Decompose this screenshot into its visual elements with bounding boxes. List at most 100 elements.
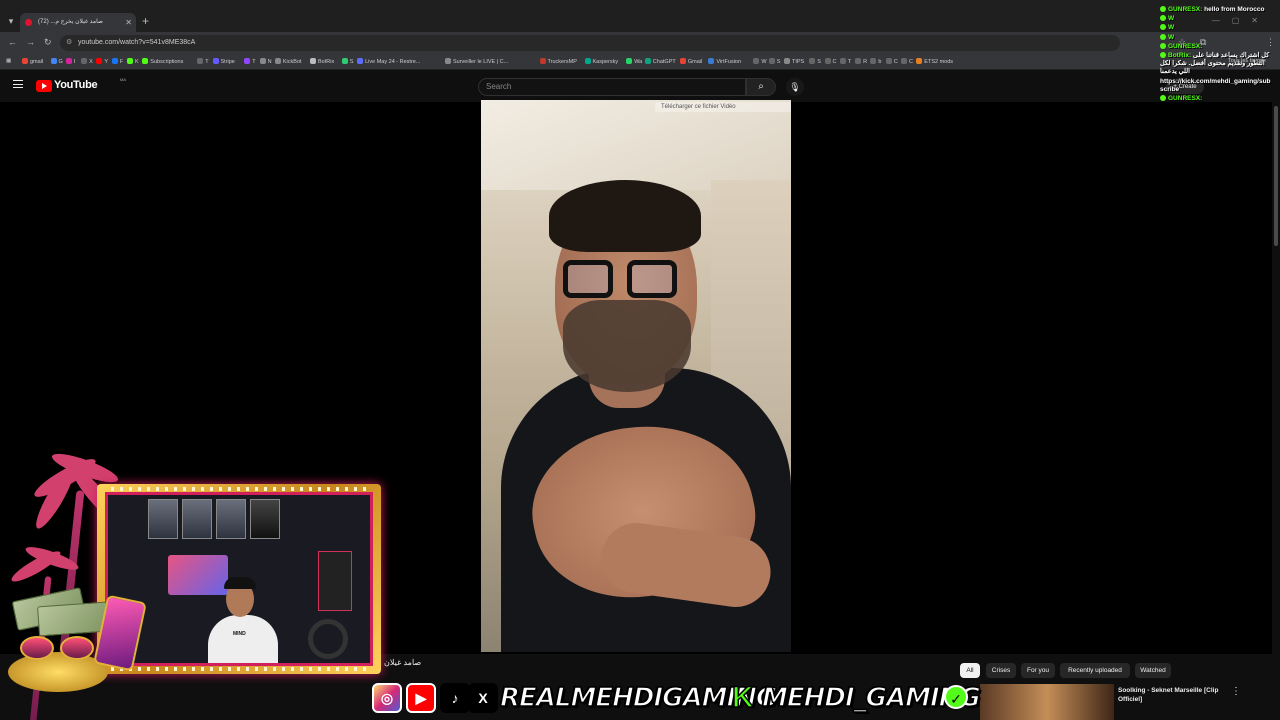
chip-watched[interactable]: Watched bbox=[1135, 663, 1171, 678]
channel-name[interactable]: صامد غيلان bbox=[384, 658, 421, 667]
bookmark-item[interactable]: BotRix bbox=[310, 58, 334, 65]
tab-search-icon[interactable]: ▾ bbox=[4, 14, 18, 28]
back-icon[interactable]: ← bbox=[8, 37, 17, 47]
chip-for-you[interactable]: For you bbox=[1021, 663, 1055, 678]
bookmark-favicon-icon bbox=[539, 58, 546, 64]
bookmark-favicon-icon bbox=[885, 58, 892, 64]
bookmark-item[interactable]: N bbox=[259, 58, 272, 65]
scrollbar-thumb[interactable] bbox=[1274, 106, 1278, 246]
bookmark-favicon-icon bbox=[50, 58, 57, 64]
bookmark-item[interactable]: b bbox=[870, 58, 881, 65]
bookmark-item[interactable]: gmail bbox=[22, 58, 43, 65]
download-video-banner[interactable]: Télécharger ce fichier Vidéo bbox=[655, 102, 791, 112]
bookmark-item[interactable]: S bbox=[809, 58, 821, 65]
bookmark-item[interactable]: Stripe bbox=[212, 58, 235, 65]
bookmark-item[interactable]: ETS2 mods bbox=[916, 58, 953, 65]
forward-icon[interactable]: → bbox=[26, 37, 35, 47]
bookmark-favicon-icon bbox=[127, 58, 133, 64]
apps-icon[interactable]: ▦ bbox=[6, 58, 11, 64]
url-text: youtube.com/watch?v=541v8ME38cA bbox=[78, 39, 196, 46]
bookmark-favicon-icon bbox=[901, 58, 907, 64]
bookmark-item[interactable]: TIPS bbox=[784, 58, 804, 65]
search-input[interactable]: Search bbox=[478, 78, 746, 96]
shirt-text: MIND bbox=[233, 631, 246, 637]
voice-search-button[interactable]: 🎙 bbox=[786, 78, 804, 96]
bookmark-item[interactable]: ChatGPT bbox=[644, 58, 676, 65]
search-icon: ⌕ bbox=[758, 81, 764, 92]
bookmark-item[interactable]: Kaspersky bbox=[584, 58, 618, 65]
tab-close-icon[interactable]: ✕ bbox=[125, 13, 132, 32]
bookmark-item[interactable]: Y bbox=[96, 58, 108, 65]
bookmark-label: ETS2 mods bbox=[924, 59, 954, 65]
bookmark-item[interactable]: S bbox=[768, 58, 780, 65]
chat-text: hello from Morocco bbox=[1204, 6, 1265, 13]
streamer-cap bbox=[224, 577, 256, 589]
bookmark-item[interactable]: Surveiller le LIVE | C... bbox=[445, 58, 508, 65]
browser-tab-active[interactable]: صامد غيلان يخرج م... (72) ✕ bbox=[20, 13, 136, 32]
bookmark-favicon-icon bbox=[274, 58, 281, 64]
youtube-wordmark: YouTube bbox=[54, 79, 98, 91]
menu-icon[interactable] bbox=[13, 80, 23, 88]
bookmark-item[interactable]: C bbox=[824, 58, 836, 65]
bookmark-item[interactable]: R bbox=[855, 58, 867, 65]
related-video-thumbnail[interactable] bbox=[980, 684, 1114, 720]
chat-username: W bbox=[1168, 33, 1175, 41]
bookmark-item[interactable]: Wa bbox=[626, 58, 642, 65]
video-frame[interactable]: Télécharger ce fichier Vidéo bbox=[481, 100, 791, 652]
tab-title: صامد غيلان يخرج م... (72) bbox=[38, 19, 104, 25]
reload-icon[interactable]: ↻ bbox=[44, 37, 52, 48]
bookmark-item[interactable]: T bbox=[244, 58, 256, 65]
bookmark-item[interactable]: TruckersMP bbox=[539, 58, 577, 65]
chat-badge-icon bbox=[1160, 15, 1166, 22]
chat-badge-icon bbox=[1160, 24, 1166, 31]
bookmark-item[interactable]: Subscriptions bbox=[142, 58, 183, 65]
chat-username: W bbox=[1168, 15, 1175, 23]
search-button[interactable]: ⌕ bbox=[746, 78, 776, 96]
bookmark-item[interactable]: T bbox=[839, 58, 851, 65]
bookmark-item[interactable]: X bbox=[81, 58, 93, 65]
bookmark-item[interactable]: W bbox=[753, 58, 767, 65]
site-info-icon[interactable]: ⚙ bbox=[66, 35, 72, 51]
chip-all[interactable]: All bbox=[960, 663, 980, 678]
related-video-title[interactable]: Soolking - Seknet Marseille [Clip Offici… bbox=[1118, 686, 1228, 704]
bookmark-favicon-icon bbox=[784, 58, 790, 64]
bookmark-favicon-icon bbox=[197, 58, 204, 64]
steering-wheel bbox=[308, 619, 348, 659]
page-scrollbar[interactable] bbox=[1272, 102, 1280, 720]
bookmark-label: gmail bbox=[30, 59, 44, 65]
chip-crises[interactable]: Crises bbox=[986, 663, 1016, 678]
bookmark-item[interactable]: C bbox=[901, 58, 913, 65]
more-options-icon[interactable]: ⋮ bbox=[1231, 686, 1241, 697]
new-tab-button[interactable]: + bbox=[142, 14, 149, 28]
bookmark-item[interactable]: K bbox=[127, 58, 139, 65]
bookmark-item[interactable]: C bbox=[885, 58, 898, 65]
bookmark-item[interactable]: G bbox=[50, 58, 63, 65]
bookmark-item[interactable]: Live May 24 - Restre... bbox=[357, 58, 420, 65]
bookmark-label: T bbox=[205, 59, 209, 65]
chip-recently-uploaded[interactable]: Recently uploaded bbox=[1060, 663, 1130, 678]
bookmark-favicon-icon bbox=[341, 58, 348, 64]
bookmark-item[interactable]: T bbox=[197, 58, 209, 65]
bookmark-favicon-icon bbox=[870, 58, 877, 64]
chat-badge-icon bbox=[1160, 6, 1166, 12]
bookmark-item[interactable]: Gmail bbox=[679, 58, 703, 65]
chat-badge-icon bbox=[1160, 95, 1166, 102]
browser-tab-bar: ▾ صامد غيلان يخرج م... (72) ✕ + —▢✕ bbox=[0, 0, 1280, 32]
bookmark-item[interactable]: S bbox=[341, 58, 353, 65]
chat-message: GUNRESX: bbox=[1160, 42, 1272, 51]
bookmark-item[interactable]: VirtFusion bbox=[708, 58, 741, 65]
bookmark-favicon-icon bbox=[584, 58, 591, 64]
stream-chat-overlay: GUNRESX: hello from Morocco W W W GUNRESX… bbox=[1160, 6, 1272, 104]
bookmark-label: Gmail bbox=[687, 59, 703, 65]
bookmark-label: Surveiller le LIVE | C... bbox=[453, 59, 509, 65]
bookmark-item[interactable]: I bbox=[65, 58, 75, 65]
bookmark-item[interactable]: KickBot bbox=[274, 58, 302, 65]
youtube-header: YouTube MA Search ⌕ 🎙 + Create bbox=[0, 70, 1280, 102]
kick-icon: K bbox=[731, 681, 754, 714]
bookmark-label: KickBot bbox=[282, 59, 302, 65]
bookmark-item[interactable]: F bbox=[111, 58, 123, 65]
address-bar[interactable]: ⚙ youtube.com/watch?v=541v8ME38cA bbox=[60, 35, 1120, 51]
bookmark-favicon-icon bbox=[824, 58, 831, 64]
youtube-play-icon bbox=[36, 80, 52, 92]
tiktok-icon: ♪ bbox=[440, 683, 470, 713]
